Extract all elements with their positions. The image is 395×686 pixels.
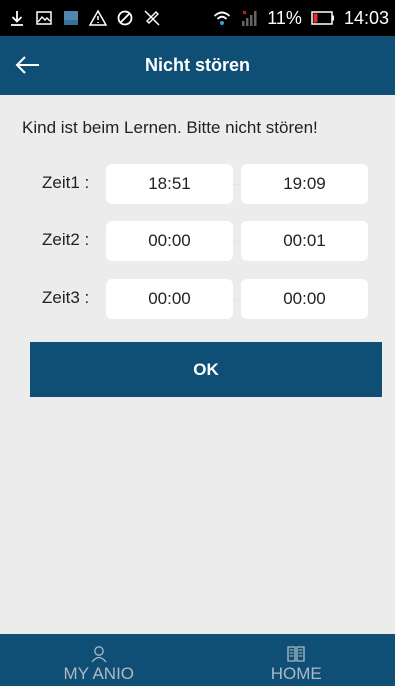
ok-button[interactable]: OK [30,342,382,397]
mute-icon [144,10,160,26]
start-time-field[interactable]: 18:51 [106,164,233,204]
range-separator [233,241,241,242]
clock: 14:03 [343,7,389,28]
time-row-label: Zeit3 : [42,288,90,307]
status-left-icons [8,9,161,27]
status-right-icons: 11% 14:03 [213,8,389,29]
battery-percent: 11% [267,7,302,28]
start-time-field[interactable]: 00:00 [106,279,233,319]
wifi-icon [214,11,231,25]
app-icon [64,11,78,25]
end-time-field[interactable]: 19:09 [241,164,368,204]
time-row-2: Zeit2 : 00:00 00:01 [0,221,395,261]
time-row-3: Zeit3 : 00:00 00:00 [0,279,395,319]
nav-my-anio[interactable]: MY ANIO [0,634,198,686]
end-time-field[interactable]: 00:01 [241,221,368,261]
app-header: Nicht stören [0,36,395,95]
nav-label: HOME [270,664,322,683]
nav-home[interactable]: HOME [198,634,395,686]
end-time-field[interactable]: 00:00 [241,279,368,319]
page-title: Nicht stören [144,55,250,75]
warning-icon [89,9,107,26]
time-row-1: Zeit1 : 18:51 19:09 [0,164,395,204]
battery-icon [311,11,334,25]
time-row-label: Zeit1 : [42,173,90,192]
info-message: Kind ist beim Lernen. Bitte nicht stören… [22,118,318,137]
nav-label: MY ANIO [63,664,135,683]
status-bar: 11% 14:03 [0,0,395,36]
image-icon [36,11,52,25]
download-icon [11,11,23,26]
time-row-label: Zeit2 : [42,230,90,249]
start-time-field[interactable]: 00:00 [106,221,233,261]
data-saver-icon [117,10,133,26]
person-icon [91,646,107,663]
range-separator [233,184,241,185]
signal-icon [242,10,257,26]
bottom-nav: MY ANIO HOME [0,634,395,686]
book-icon [287,646,305,662]
arrow-left-icon[interactable] [12,50,42,80]
range-separator [233,299,241,300]
